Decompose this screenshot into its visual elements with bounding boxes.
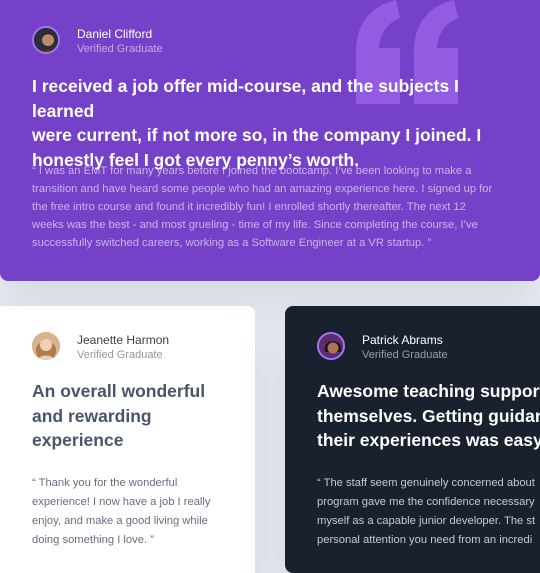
avatar	[32, 26, 60, 54]
avatar	[317, 332, 345, 360]
author-role: Verified Graduate	[77, 43, 163, 55]
avatar	[32, 332, 60, 360]
author-role: Verified Graduate	[77, 349, 163, 361]
testimonial-card-jeanette: Jeanette Harmon Verified Graduate An ove…	[0, 306, 255, 573]
testimonial-body: “ Thank you for the wonderful experience…	[32, 477, 211, 546]
testimonial-body: “ The staff seem genuinely concerned abo…	[317, 477, 536, 546]
testimonial-headline: I received a job offer mid-course, and t…	[32, 76, 482, 170]
testimonial-card-patrick: Patrick Abrams Verified Graduate Awesome…	[285, 306, 540, 573]
author-name: Daniel Clifford	[77, 27, 153, 41]
testimonial-card-daniel: Daniel Clifford Verified Graduate I rece…	[0, 0, 540, 281]
testimonial-body: “ I was an EMT for many years before I j…	[32, 165, 493, 249]
testimonial-headline: An overall wonderful and rewarding exper…	[32, 381, 206, 450]
testimonial-headline: Awesome teaching support f themselves. G…	[317, 381, 540, 450]
author-role: Verified Graduate	[362, 349, 448, 361]
author-name: Jeanette Harmon	[77, 333, 170, 347]
author-name: Patrick Abrams	[362, 333, 443, 347]
